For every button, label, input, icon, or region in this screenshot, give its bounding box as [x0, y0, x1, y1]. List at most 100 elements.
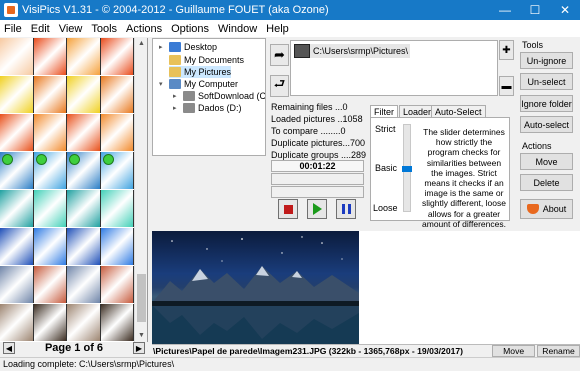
thumbnail[interactable] [33, 266, 67, 303]
play-icon [312, 203, 322, 215]
thumbnail[interactable] [0, 266, 34, 303]
scroll-down-icon[interactable]: ▼ [137, 331, 146, 340]
thumbnail[interactable] [100, 304, 134, 341]
expand-caret-icon[interactable]: ▸ [173, 92, 181, 100]
scroll-thumb[interactable] [137, 274, 146, 322]
fox-logo-icon [526, 204, 539, 214]
menu-tools[interactable]: Tools [91, 23, 117, 35]
collapse-caret-icon[interactable]: ▾ [159, 80, 167, 88]
path-list-item[interactable]: C:\Users\srmp\Pictures\ [294, 44, 411, 58]
preview-move-button[interactable]: Move [492, 345, 536, 357]
thumbnail[interactable] [33, 114, 67, 151]
tree-item-drive-d[interactable]: ▸ Dados (D:) [173, 102, 242, 114]
ignore-folder-button[interactable]: Ignore folder [520, 95, 573, 112]
expand-caret-icon[interactable]: ▸ [173, 104, 181, 112]
thumbnail[interactable] [100, 152, 134, 189]
progress-bar-secondary [271, 186, 364, 198]
thumbnail[interactable] [33, 76, 67, 113]
thumbnail[interactable] [67, 266, 101, 303]
thumbnail[interactable] [100, 190, 134, 227]
menu-options[interactable]: Options [171, 23, 209, 35]
thumbnail[interactable] [0, 228, 34, 265]
tree-item-my-computer[interactable]: ▾ My Computer [159, 78, 238, 90]
about-button[interactable]: About [520, 199, 573, 219]
to-compare: To compare ........0 [271, 126, 346, 136]
thumbnail[interactable] [100, 228, 134, 265]
thumbnail[interactable] [67, 228, 101, 265]
thumbnail[interactable] [100, 38, 134, 75]
thumbnail[interactable] [67, 114, 101, 151]
thumbnail[interactable] [100, 266, 134, 303]
expand-caret-icon: ▸ [159, 44, 163, 51]
next-page-button[interactable]: ▶ [133, 342, 145, 354]
pause-button[interactable] [336, 199, 356, 219]
thumbnail[interactable] [67, 38, 101, 75]
thumbnail[interactable] [100, 76, 134, 113]
remove-folder-button[interactable]: ▬ [499, 76, 514, 96]
thumbnail-panel: ▲ ▼ [0, 38, 148, 342]
thumbnail[interactable] [67, 152, 101, 189]
pager: ◀ Page 1 of 6 ▶ [0, 340, 148, 356]
thumbnail[interactable] [33, 228, 67, 265]
un-ignore-button[interactable]: Un-ignore [520, 52, 573, 69]
folder-icon [169, 55, 181, 65]
move-button[interactable]: Move [520, 153, 573, 170]
menu-view[interactable]: View [59, 23, 83, 35]
thumbnail[interactable] [0, 304, 34, 341]
thumbnail-scrollbar[interactable]: ▲ ▼ [134, 38, 147, 342]
menu-edit[interactable]: Edit [31, 23, 50, 35]
stop-button[interactable] [278, 199, 298, 219]
window-controls: — ☐ ✕ [490, 0, 580, 20]
page-label: Page 1 of 6 [44, 342, 104, 354]
thumbnail-row [0, 190, 134, 227]
menu-window[interactable]: Window [218, 23, 257, 35]
tree-item-my-pictures[interactable]: My Pictures [169, 66, 232, 78]
tools-label: Tools [522, 40, 544, 50]
drive-icon [183, 103, 195, 113]
desktop-icon [169, 42, 181, 52]
thumbnail-row [0, 76, 134, 113]
slider-handle[interactable] [402, 166, 412, 172]
close-button[interactable]: ✕ [550, 0, 580, 20]
delete-button[interactable]: Delete [520, 174, 573, 191]
maximize-button[interactable]: ☐ [520, 0, 550, 20]
tree-item-my-documents[interactable]: My Documents [169, 54, 244, 66]
thumbnail[interactable] [100, 114, 134, 151]
filter-level-basic: Basic [375, 163, 398, 173]
thumbnail[interactable] [0, 114, 34, 151]
picture-folder-icon [294, 44, 310, 58]
tree-item-drive-c[interactable]: ▸ SoftDownload (C:) [173, 90, 265, 102]
folder-tree[interactable]: ▸ Desktop My Documents My Pictures ▾ My … [152, 38, 266, 156]
thumbnail[interactable] [0, 152, 34, 189]
mountain-lake-image [152, 236, 359, 344]
duplicate-pictures: Duplicate pictures...700 [271, 138, 366, 148]
tree-item-desktop[interactable]: ▸ Desktop [159, 41, 217, 53]
path-list[interactable]: C:\Users\srmp\Pictures\ [290, 40, 498, 96]
thumbnail[interactable] [33, 152, 67, 189]
minimize-button[interactable]: — [490, 0, 520, 20]
thumbnail[interactable] [67, 304, 101, 341]
thumbnail[interactable] [67, 190, 101, 227]
auto-select-button[interactable]: Auto-select [520, 116, 573, 133]
thumbnail[interactable] [0, 76, 34, 113]
thumbnail[interactable] [0, 38, 34, 75]
add-folder-button[interactable]: ✚ [499, 40, 514, 60]
thumbnail[interactable] [33, 190, 67, 227]
remove-path-button[interactable]: ⮐ [270, 75, 289, 97]
preview-image [152, 231, 359, 344]
menu-help[interactable]: Help [266, 23, 289, 35]
add-path-button[interactable]: ➦ [270, 44, 289, 66]
play-button[interactable] [307, 199, 327, 219]
drive-icon [183, 91, 195, 101]
thumbnail[interactable] [67, 76, 101, 113]
thumbnail[interactable] [33, 304, 67, 341]
thumbnail[interactable] [33, 38, 67, 75]
selected-marker-icon [102, 154, 114, 165]
thumbnail[interactable] [0, 190, 34, 227]
prev-page-button[interactable]: ◀ [3, 342, 15, 354]
scroll-up-icon[interactable]: ▲ [137, 39, 146, 48]
menu-file[interactable]: File [4, 23, 22, 35]
preview-rename-button[interactable]: Rename [537, 345, 580, 357]
menu-actions[interactable]: Actions [126, 23, 162, 35]
un-select-button[interactable]: Un-select [520, 73, 573, 90]
